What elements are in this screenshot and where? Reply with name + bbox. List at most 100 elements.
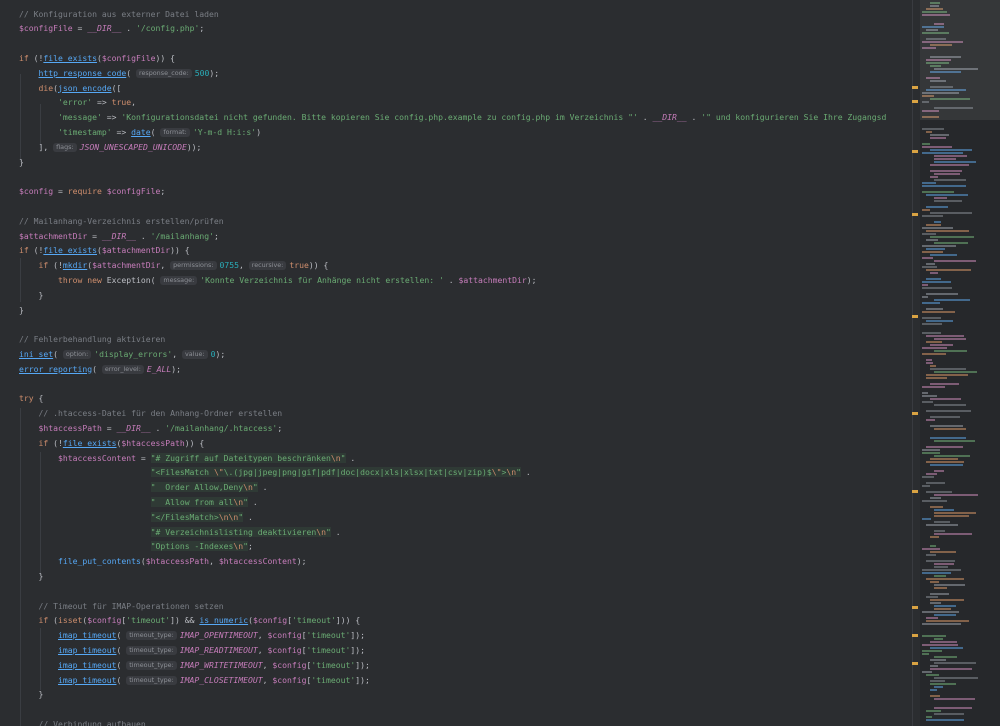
code-line[interactable]: die(json_encode([ bbox=[19, 81, 122, 96]
code-line[interactable]: if (!file_exists($configFile)) { bbox=[19, 51, 175, 66]
code-token: '/mailanhang' bbox=[150, 230, 214, 241]
code-line[interactable]: http_response_code( response_code: 500); bbox=[19, 66, 219, 81]
code-line[interactable]: // .htaccess-Datei für den Anhang-Ordner… bbox=[19, 406, 283, 421]
code-line[interactable]: // Mailanhang-Verzeichnis erstellen/prüf… bbox=[19, 214, 224, 229]
code-token: IMAP_READTIMEOUT bbox=[179, 644, 258, 655]
minimap-line bbox=[926, 206, 948, 208]
minimap-line bbox=[922, 548, 940, 550]
code-line[interactable]: throw new Exception( message: 'Konnte Ver… bbox=[19, 273, 536, 288]
minimap-line bbox=[926, 617, 938, 619]
minimap-line bbox=[922, 401, 933, 403]
minimap-line bbox=[922, 476, 934, 478]
code-token: file_exists bbox=[43, 52, 97, 63]
code-line[interactable]: } bbox=[19, 288, 43, 303]
code-line[interactable]: // Verbindung aufbauen bbox=[19, 717, 146, 726]
code-line[interactable]: // Timeout für IMAP-Operationen setzen bbox=[19, 599, 224, 614]
code-token: imap_timeout bbox=[57, 630, 117, 641]
warning-marker[interactable] bbox=[912, 606, 918, 609]
code-token: )) { bbox=[308, 260, 329, 271]
code-line[interactable]: if (!mkdir($attachmentDir, permissions: 0… bbox=[19, 258, 328, 273]
code-token: ); bbox=[209, 67, 220, 78]
minimap-line bbox=[922, 395, 937, 397]
code-line[interactable]: ], flags: JSON_UNESCAPED_UNICODE)); bbox=[19, 140, 201, 155]
code-token: . bbox=[257, 482, 268, 493]
code-token: => bbox=[92, 97, 112, 108]
code-line[interactable]: 'message' => 'Konfigurationsdatei nicht … bbox=[19, 110, 886, 125]
warning-marker[interactable] bbox=[912, 315, 918, 318]
code-line[interactable]: imap_timeout( timeout_type: IMAP_WRITETIM… bbox=[19, 658, 370, 673]
code-token: if bbox=[38, 615, 49, 626]
warning-marker[interactable] bbox=[912, 634, 918, 637]
warning-marker[interactable] bbox=[912, 86, 918, 89]
minimap-line bbox=[922, 152, 963, 154]
code-line[interactable]: // Konfiguration aus externer Datei lade… bbox=[19, 7, 219, 22]
code-line[interactable]: $config = require $configFile; bbox=[19, 184, 165, 199]
minimap-line bbox=[922, 650, 942, 652]
minimap-viewport[interactable] bbox=[920, 0, 1000, 120]
minimap-line bbox=[934, 713, 964, 715]
code-line[interactable]: $htaccessContent = "# Zugriff auf Dateit… bbox=[19, 451, 355, 466]
minimap-line bbox=[930, 602, 941, 604]
warning-marker[interactable] bbox=[912, 213, 918, 216]
code-line[interactable]: } bbox=[19, 569, 43, 584]
code-token: ( bbox=[48, 615, 58, 626]
code-line[interactable]: "# Verzeichnislisting deaktivieren\n" . bbox=[19, 525, 341, 540]
code-line[interactable]: if (!file_exists($attachmentDir)) { bbox=[19, 243, 190, 258]
minimap-line bbox=[934, 584, 965, 586]
code-line[interactable]: // Fehlerbehandlung aktivieren bbox=[19, 332, 165, 347]
parameter-hint: timeout_type: bbox=[126, 631, 177, 641]
code-line[interactable]: try { bbox=[19, 391, 43, 406]
minimap-line bbox=[922, 266, 937, 268]
warning-marker[interactable] bbox=[912, 100, 918, 103]
minimap-line bbox=[922, 143, 930, 145]
code-line[interactable]: 'timestamp' => date( format: 'Y-m-d H:i:s… bbox=[19, 125, 261, 140]
code-token: \n bbox=[233, 496, 244, 507]
code-editor[interactable]: // Konfiguration aus externer Datei lade… bbox=[0, 0, 912, 726]
warning-marker[interactable] bbox=[912, 490, 918, 493]
code-token: . bbox=[121, 23, 136, 34]
code-token: . bbox=[686, 112, 702, 123]
code-line[interactable]: } bbox=[19, 303, 24, 318]
code-line[interactable]: imap_timeout( timeout_type: IMAP_CLOSETIM… bbox=[19, 673, 370, 688]
minimap-line bbox=[922, 353, 946, 355]
minimap-line bbox=[934, 662, 976, 664]
code-line[interactable]: ini_set( option:'display_errors', value:… bbox=[19, 347, 225, 362]
code-line[interactable]: if (isset($config['timeout']) && is_nume… bbox=[19, 613, 361, 628]
code-line[interactable]: "Options -Indexes\n"; bbox=[19, 539, 253, 554]
warning-marker[interactable] bbox=[912, 150, 918, 153]
code-line[interactable]: "</FilesMatch>\n\n" . bbox=[19, 510, 253, 525]
minimap-line bbox=[922, 128, 944, 130]
code-line[interactable]: 'error' => true, bbox=[19, 95, 136, 110]
code-line[interactable]: "<FilesMatch \"\.(jpg|jpeg|png|gif|pdf|d… bbox=[19, 465, 531, 480]
code-line[interactable]: " Order Allow,Deny\n" . bbox=[19, 480, 268, 495]
code-line[interactable]: " Allow from all\n" . bbox=[19, 495, 258, 510]
code-line[interactable]: imap_timeout( timeout_type: IMAP_OPENTIME… bbox=[19, 628, 365, 643]
code-line[interactable]: if (!file_exists($htaccessPath)) { bbox=[19, 436, 205, 451]
minimap-line bbox=[922, 611, 959, 613]
code-line[interactable]: $htaccessPath = __DIR__ . '/mailanhang/.… bbox=[19, 421, 283, 436]
code-line[interactable]: imap_timeout( timeout_type: IMAP_READTIME… bbox=[19, 643, 365, 658]
code-line[interactable]: } bbox=[19, 687, 43, 702]
minimap-line bbox=[934, 608, 951, 610]
minimap-line bbox=[926, 362, 933, 364]
code-line[interactable]: error_reporting( error_level: E_ALL); bbox=[19, 362, 181, 377]
code-token: , bbox=[257, 630, 268, 641]
code-token: ); bbox=[215, 348, 226, 359]
minimap-line bbox=[934, 707, 972, 709]
code-line[interactable]: } bbox=[19, 155, 24, 170]
minimap-line bbox=[926, 491, 952, 493]
code-line[interactable]: $configFile = __DIR__ . '/config.php'; bbox=[19, 21, 204, 36]
minimap-line bbox=[934, 677, 978, 679]
code-line[interactable]: $attachmentDir = __DIR__ . '/mailanhang'… bbox=[19, 229, 219, 244]
minimap-line bbox=[930, 164, 969, 166]
minimap-line bbox=[934, 428, 966, 430]
minimap-line bbox=[934, 575, 946, 577]
warning-marker[interactable] bbox=[912, 412, 918, 415]
code-token: error_reporting bbox=[19, 363, 93, 374]
warning-marker[interactable] bbox=[912, 662, 918, 665]
code-line[interactable]: file_put_contents($htaccessPath, $htacce… bbox=[19, 554, 307, 569]
